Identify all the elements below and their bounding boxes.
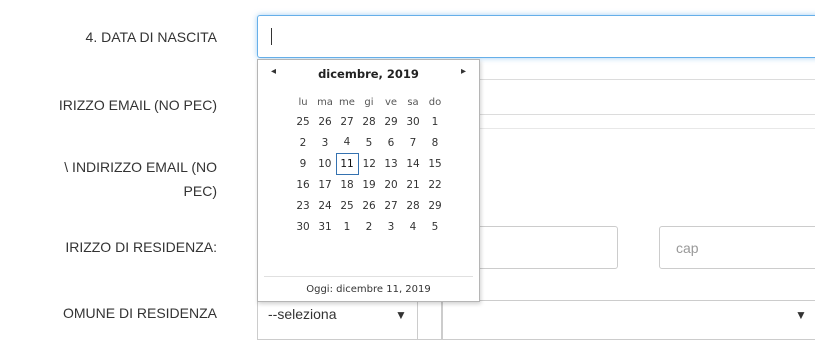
calendar-day[interactable]: 6 xyxy=(380,132,402,153)
calendar-day[interactable]: 22 xyxy=(424,174,446,195)
calendar-day[interactable]: 4 xyxy=(402,216,424,237)
calendar-day[interactable]: 30 xyxy=(402,111,424,132)
calendar-day[interactable]: 3 xyxy=(314,132,336,153)
calendar-week-row: 9 10 11 12 13 14 15 xyxy=(292,152,446,175)
confirm-email-label-line2: PEC) xyxy=(183,183,217,199)
calendar-day[interactable]: 14 xyxy=(402,153,424,174)
calendar-day[interactable]: 17 xyxy=(314,174,336,195)
calendar-day[interactable]: 12 xyxy=(358,153,380,174)
calendar-day[interactable]: 15 xyxy=(424,153,446,174)
municipality-divider-cell xyxy=(417,300,442,340)
calendar-day[interactable]: 26 xyxy=(314,111,336,132)
calendar-day[interactable]: 9 xyxy=(292,153,314,174)
address-label: IRIZZO DI RESIDENZA: xyxy=(65,239,217,255)
email-label: IRIZZO EMAIL (NO PEC) xyxy=(58,97,217,113)
municipality-label: OMUNE DI RESIDENZA xyxy=(62,305,217,321)
calendar-today-link[interactable]: Oggi: dicembre 11, 2019 xyxy=(258,284,479,295)
calendar-day[interactable]: 25 xyxy=(336,195,358,216)
calendar-day[interactable]: 1 xyxy=(336,216,358,237)
email-field-edge[interactable] xyxy=(480,79,815,80)
calendar-day[interactable]: 16 xyxy=(292,174,314,195)
calendar-day[interactable]: 13 xyxy=(380,153,402,174)
calendar-day[interactable]: 27 xyxy=(380,195,402,216)
calendar-day[interactable]: 31 xyxy=(314,216,336,237)
calendar-week-row: 2 3 4 5 6 7 8 xyxy=(292,132,446,153)
calendar-day[interactable]: 1 xyxy=(424,111,446,132)
confirm-email-field-top[interactable] xyxy=(480,128,815,129)
calendar-day[interactable]: 21 xyxy=(402,174,424,195)
calendar-day[interactable]: 5 xyxy=(358,132,380,153)
municipality-select-value: --seleziona xyxy=(268,306,337,322)
calendar-week-row: 25 26 27 28 29 30 1 xyxy=(292,111,446,132)
weekday-label: gi xyxy=(364,97,374,108)
weekday-row: lu ma me gi ve sa do xyxy=(292,94,446,111)
calendar-day[interactable]: 4 xyxy=(336,132,358,153)
calendar-day[interactable]: 26 xyxy=(358,195,380,216)
calendar-day[interactable]: 28 xyxy=(358,111,380,132)
weekday-label: lu xyxy=(298,97,308,108)
calendar-header: ◂ dicembre, 2019 ▸ xyxy=(258,60,479,88)
calendar-day-selected[interactable]: 11 xyxy=(335,152,359,175)
birth-date-input[interactable] xyxy=(257,15,815,58)
calendar-day[interactable]: 2 xyxy=(292,132,314,153)
calendar-day[interactable]: 30 xyxy=(292,216,314,237)
weekday-label: sa xyxy=(407,97,419,108)
birth-date-label: 4. DATA DI NASCITA xyxy=(85,29,217,45)
confirm-email-label-line1: \ INDIRIZZO EMAIL (NO xyxy=(64,159,217,175)
calendar-day[interactable]: 23 xyxy=(292,195,314,216)
calendar-week-row: 30 31 1 2 3 4 5 xyxy=(292,216,446,237)
next-month-icon[interactable]: ▸ xyxy=(461,66,466,77)
calendar-day[interactable]: 25 xyxy=(292,111,314,132)
weekday-label: ma xyxy=(317,97,333,108)
municipality-province-select[interactable]: --seleziona ▼ xyxy=(257,300,417,340)
select-arrow-icon: ▼ xyxy=(395,308,407,322)
calendar-week-row: 23 24 25 26 27 28 29 xyxy=(292,195,446,216)
cap-input[interactable]: cap xyxy=(659,226,815,269)
text-cursor xyxy=(271,28,272,45)
weekday-label: me xyxy=(339,97,355,108)
calendar-day[interactable]: 18 xyxy=(336,174,358,195)
calendar-day[interactable]: 19 xyxy=(358,174,380,195)
municipality-select[interactable]: ▼ xyxy=(442,300,815,340)
calendar-day[interactable]: 20 xyxy=(380,174,402,195)
email-field-bottom[interactable] xyxy=(480,114,815,115)
calendar-day[interactable]: 27 xyxy=(336,111,358,132)
calendar-day[interactable]: 7 xyxy=(402,132,424,153)
calendar-day[interactable]: 8 xyxy=(424,132,446,153)
calendar-month-title[interactable]: dicembre, 2019 xyxy=(258,67,479,81)
calendar-footer-divider xyxy=(264,276,473,277)
date-picker-calendar: ◂ dicembre, 2019 ▸ lu ma me gi ve sa do … xyxy=(257,59,480,302)
calendar-day[interactable]: 29 xyxy=(380,111,402,132)
cap-placeholder: cap xyxy=(676,240,699,256)
calendar-day[interactable]: 3 xyxy=(380,216,402,237)
weekday-label: do xyxy=(428,97,442,108)
calendar-day[interactable]: 29 xyxy=(424,195,446,216)
weekday-label: ve xyxy=(384,97,398,108)
select-arrow-icon: ▼ xyxy=(795,308,807,322)
calendar-week-row: 16 17 18 19 20 21 22 xyxy=(292,174,446,195)
calendar-day[interactable]: 28 xyxy=(402,195,424,216)
calendar-day[interactable]: 5 xyxy=(424,216,446,237)
calendar-day[interactable]: 24 xyxy=(314,195,336,216)
calendar-day[interactable]: 2 xyxy=(358,216,380,237)
calendar-day[interactable]: 10 xyxy=(314,153,336,174)
calendar-grid: lu ma me gi ve sa do 25 26 27 28 29 30 1… xyxy=(292,94,447,237)
